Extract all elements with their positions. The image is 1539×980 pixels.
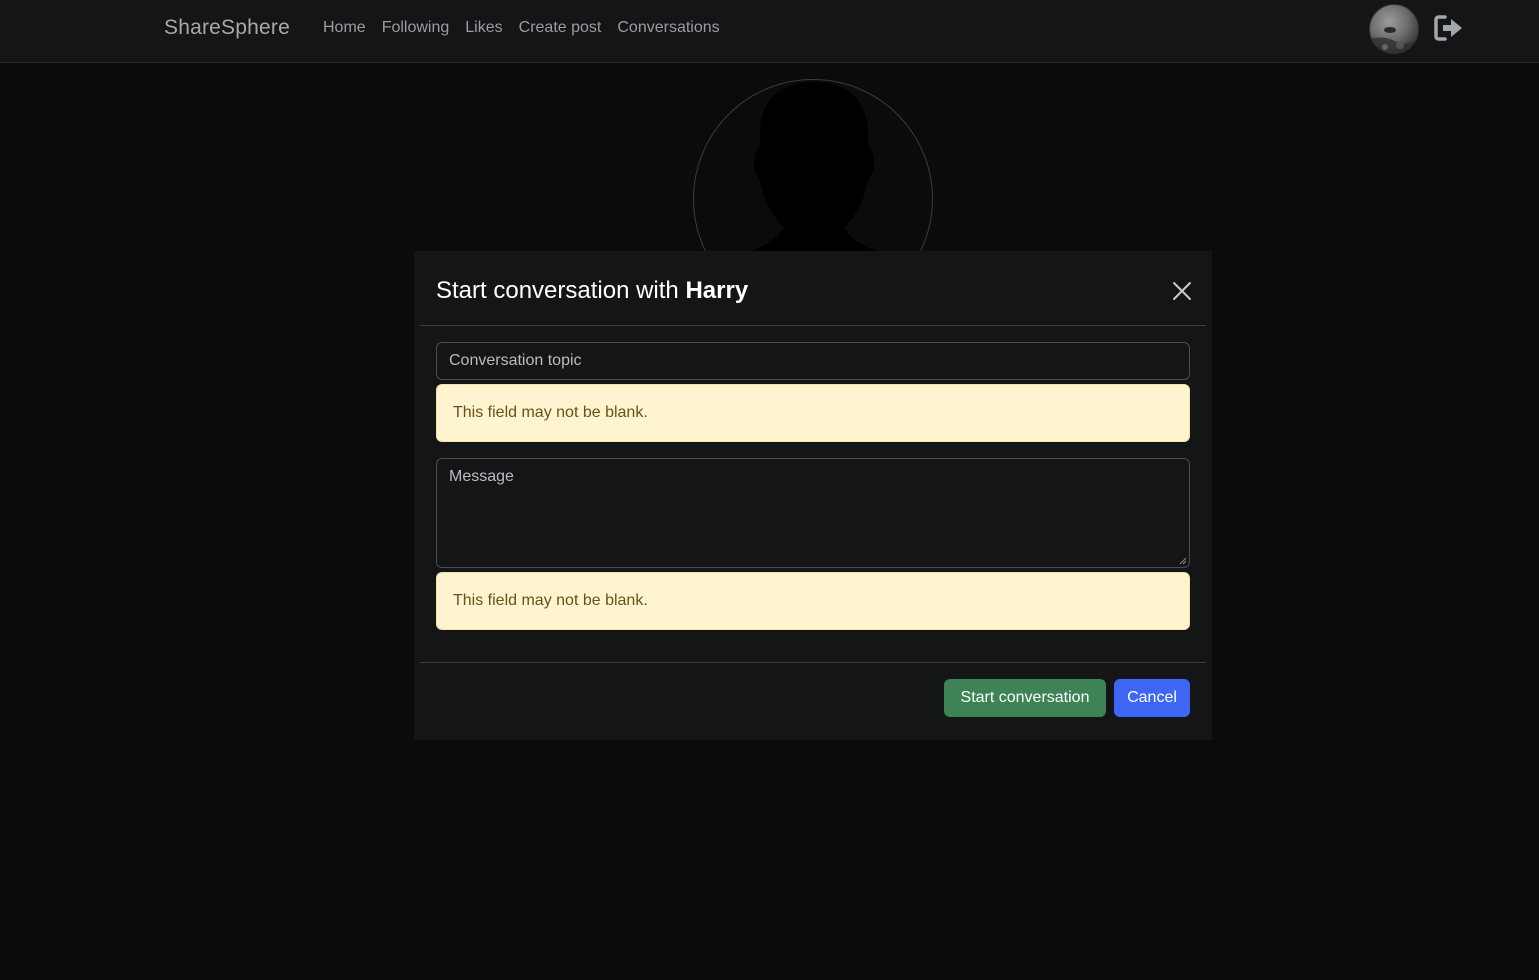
start-conversation-button[interactable]: Start conversation bbox=[944, 679, 1106, 717]
conversation-topic-input[interactable]: Conversation topic bbox=[436, 342, 1190, 380]
modal-title-recipient: Harry bbox=[685, 277, 749, 304]
close-icon[interactable] bbox=[1171, 280, 1193, 302]
message-placeholder: Message bbox=[449, 468, 514, 485]
nav-link-create-post[interactable]: Create post bbox=[519, 19, 602, 37]
modal-footer-divider bbox=[420, 662, 1206, 663]
brand-logo[interactable]: ShareSphere bbox=[164, 16, 290, 40]
nav-link-home[interactable]: Home bbox=[323, 19, 366, 37]
topic-placeholder: Conversation topic bbox=[449, 352, 582, 369]
nav-link-following[interactable]: Following bbox=[382, 19, 450, 37]
user-avatar[interactable] bbox=[1369, 4, 1419, 54]
message-error-alert: This field may not be blank. bbox=[436, 572, 1190, 630]
avatar-image bbox=[1370, 27, 1418, 53]
nav-links: Home Following Likes Create post Convers… bbox=[323, 19, 736, 37]
cancel-button[interactable]: Cancel bbox=[1114, 679, 1190, 717]
topic-error-alert: This field may not be blank. bbox=[436, 384, 1190, 442]
message-error-text: This field may not be blank. bbox=[453, 592, 648, 609]
nav-link-likes[interactable]: Likes bbox=[465, 19, 502, 37]
topic-error-text: This field may not be blank. bbox=[453, 404, 648, 421]
resize-grip-icon[interactable] bbox=[1179, 557, 1187, 565]
modal-title-prefix: Start conversation with bbox=[436, 277, 686, 304]
logout-icon[interactable] bbox=[1434, 14, 1464, 42]
modal-title: Start conversation with Harry bbox=[436, 277, 748, 305]
message-textarea[interactable]: Message bbox=[436, 458, 1190, 568]
nav-link-conversations[interactable]: Conversations bbox=[617, 19, 719, 37]
top-navbar: ShareSphere Home Following Likes Create … bbox=[0, 0, 1539, 63]
modal-header: Start conversation with Harry bbox=[420, 251, 1206, 326]
